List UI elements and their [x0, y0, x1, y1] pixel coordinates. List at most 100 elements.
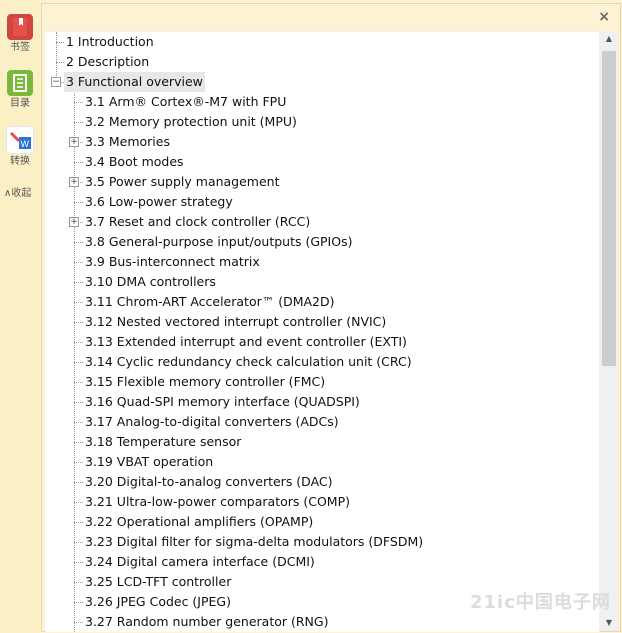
close-icon[interactable]: ×	[598, 9, 610, 25]
tree-connector	[74, 522, 83, 523]
scroll-up-icon[interactable]: ▲	[600, 31, 618, 47]
toc-item-label: 3 Functional overview	[64, 72, 205, 92]
toc-panel: × 1 Introduction 2 Description −3 Function…	[41, 3, 621, 632]
toc-tree: 1 Introduction 2 Description −3 Functional…	[45, 31, 599, 632]
toc-item[interactable]: 3.20 Digital-to-analog converters (DAC)	[45, 472, 599, 492]
tree-connector	[56, 62, 64, 63]
tree-connector	[74, 602, 83, 603]
toc-item-label: 3.19 VBAT operation	[85, 454, 214, 469]
toc-item-label: 2 Description	[66, 54, 150, 69]
toc-label: 目录	[10, 98, 30, 109]
tree-connector	[74, 582, 83, 583]
tree-connector	[74, 382, 83, 383]
tree-connector	[74, 402, 83, 403]
toc-item[interactable]: 3.21 Ultra-low-power comparators (COMP)	[45, 492, 599, 512]
toc-item[interactable]: +3.3 Memories	[45, 132, 599, 152]
scroll-thumb[interactable]	[602, 51, 616, 366]
toc-item-label: 3.8 General-purpose input/outputs (GPIOs…	[85, 234, 353, 249]
collapse-icon[interactable]: −	[51, 77, 61, 87]
toc-item-label: 3.9 Bus-interconnect matrix	[85, 254, 260, 269]
tree-connector	[74, 622, 83, 623]
toc-item-label: 3.2 Memory protection unit (MPU)	[85, 114, 297, 129]
expand-icon[interactable]: +	[69, 137, 79, 147]
tree-connector	[56, 42, 64, 43]
watermark-text: 21ic中国电子网	[470, 592, 611, 613]
tree-connector	[74, 502, 83, 503]
bookmark-label: 书签	[10, 42, 30, 53]
tree-connector	[74, 242, 83, 243]
tree-connector	[74, 162, 83, 163]
toc-item-label: 3.18 Temperature sensor	[85, 434, 242, 449]
toc-item[interactable]: 3.16 Quad-SPI memory interface (QUADSPI)	[45, 392, 599, 412]
toc-list: 1 Introduction 2 Description −3 Functional…	[45, 32, 599, 632]
toc-item[interactable]: +3.7 Reset and clock controller (RCC)	[45, 212, 599, 232]
toc-item-label: 3.10 DMA controllers	[85, 274, 216, 289]
toc-item[interactable]: 3.22 Operational amplifiers (OPAMP)	[45, 512, 599, 532]
toc-item[interactable]: 3.1 Arm® Cortex®-M7 with FPU	[45, 92, 599, 112]
bookmark-button[interactable]: 书签	[3, 14, 37, 54]
toc-item-label: 3.26 JPEG Codec (JPEG)	[85, 594, 231, 609]
toc-item[interactable]: 3.13 Extended interrupt and event contro…	[45, 332, 599, 352]
toc-item[interactable]: 3.9 Bus-interconnect matrix	[45, 252, 599, 272]
toc-item[interactable]: −3 Functional overview	[45, 72, 599, 92]
toc-item[interactable]: 3.4 Boot modes	[45, 152, 599, 172]
toc-item-label: 1 Introduction	[66, 34, 154, 49]
toc-item[interactable]: 3.15 Flexible memory controller (FMC)	[45, 372, 599, 392]
tree-connector	[74, 302, 83, 303]
tree-connector	[74, 122, 83, 123]
tree-connector	[74, 462, 83, 463]
scroll-down-icon[interactable]: ▼	[600, 615, 618, 631]
tree-connector	[74, 442, 83, 443]
toc-item[interactable]: 3.17 Analog-to-digital converters (ADCs)	[45, 412, 599, 432]
toc-item-label: 3.13 Extended interrupt and event contro…	[85, 334, 407, 349]
expand-icon[interactable]: +	[69, 177, 79, 187]
toc-item[interactable]: 3.24 Digital camera interface (DCMI)	[45, 552, 599, 572]
toc-item-label: 3.11 Chrom-ART Accelerator™ (DMA2D)	[85, 294, 335, 309]
toc-item-label: 3.16 Quad-SPI memory interface (QUADSPI)	[85, 394, 360, 409]
toc-item[interactable]: 3.6 Low-power strategy	[45, 192, 599, 212]
tree-connector	[74, 262, 83, 263]
toc-item-label: 3.17 Analog-to-digital converters (ADCs)	[85, 414, 339, 429]
tree-connector	[74, 102, 83, 103]
toc-item[interactable]: 2 Description	[45, 52, 599, 72]
toc-item-label: 3.3 Memories	[85, 134, 170, 149]
toc-item[interactable]: 3.11 Chrom-ART Accelerator™ (DMA2D)	[45, 292, 599, 312]
toc-item-label: 3.4 Boot modes	[85, 154, 184, 169]
left-rail: 书签 目录 W 转换 ∧收起	[0, 0, 40, 633]
toc-item-label: 3.25 LCD-TFT controller	[85, 574, 232, 589]
toc-item[interactable]: 3.27 Random number generator (RNG)	[45, 612, 599, 632]
toc-item-label: 3.1 Arm® Cortex®-M7 with FPU	[85, 94, 287, 109]
toc-item[interactable]: +3.5 Power supply management	[45, 172, 599, 192]
toc-item-label: 3.27 Random number generator (RNG)	[85, 614, 329, 629]
toc-item[interactable]: 3.12 Nested vectored interrupt controlle…	[45, 312, 599, 332]
collapse-button[interactable]: ∧收起	[4, 184, 31, 199]
tree-connector	[74, 342, 83, 343]
toc-item[interactable]: 3.2 Memory protection unit (MPU)	[45, 112, 599, 132]
toc-item-label: 3.20 Digital-to-analog converters (DAC)	[85, 474, 333, 489]
vertical-scrollbar[interactable]: ▲ ▼	[600, 31, 618, 631]
toc-item-label: 3.14 Cyclic redundancy check calculation…	[85, 354, 412, 369]
tree-connector	[74, 282, 83, 283]
toc-item-label: 3.15 Flexible memory controller (FMC)	[85, 374, 326, 389]
tree-connector	[74, 482, 83, 483]
toc-item[interactable]: 3.8 General-purpose input/outputs (GPIOs…	[45, 232, 599, 252]
toc-item-label: 3.23 Digital filter for sigma-delta modu…	[85, 534, 424, 549]
toc-item-label: 3.22 Operational amplifiers (OPAMP)	[85, 514, 314, 529]
toc-item[interactable]: 3.18 Temperature sensor	[45, 432, 599, 452]
convert-label: 转换	[10, 156, 30, 167]
tree-connector	[74, 562, 83, 563]
toc-item[interactable]: 3.10 DMA controllers	[45, 272, 599, 292]
convert-icon: W	[6, 126, 34, 154]
expand-icon[interactable]: +	[69, 217, 79, 227]
toc-button[interactable]: 目录	[3, 70, 37, 110]
toc-item[interactable]: 1 Introduction	[45, 32, 599, 52]
toc-item-label: 3.5 Power supply management	[85, 174, 280, 189]
toc-item[interactable]: 3.23 Digital filter for sigma-delta modu…	[45, 532, 599, 552]
toc-item[interactable]: 3.14 Cyclic redundancy check calculation…	[45, 352, 599, 372]
tree-connector	[74, 322, 83, 323]
tree-connector	[74, 202, 83, 203]
toc-item[interactable]: 3.19 VBAT operation	[45, 452, 599, 472]
tree-connector	[74, 362, 83, 363]
bookmark-icon	[7, 14, 33, 40]
convert-button[interactable]: W 转换	[3, 126, 37, 168]
